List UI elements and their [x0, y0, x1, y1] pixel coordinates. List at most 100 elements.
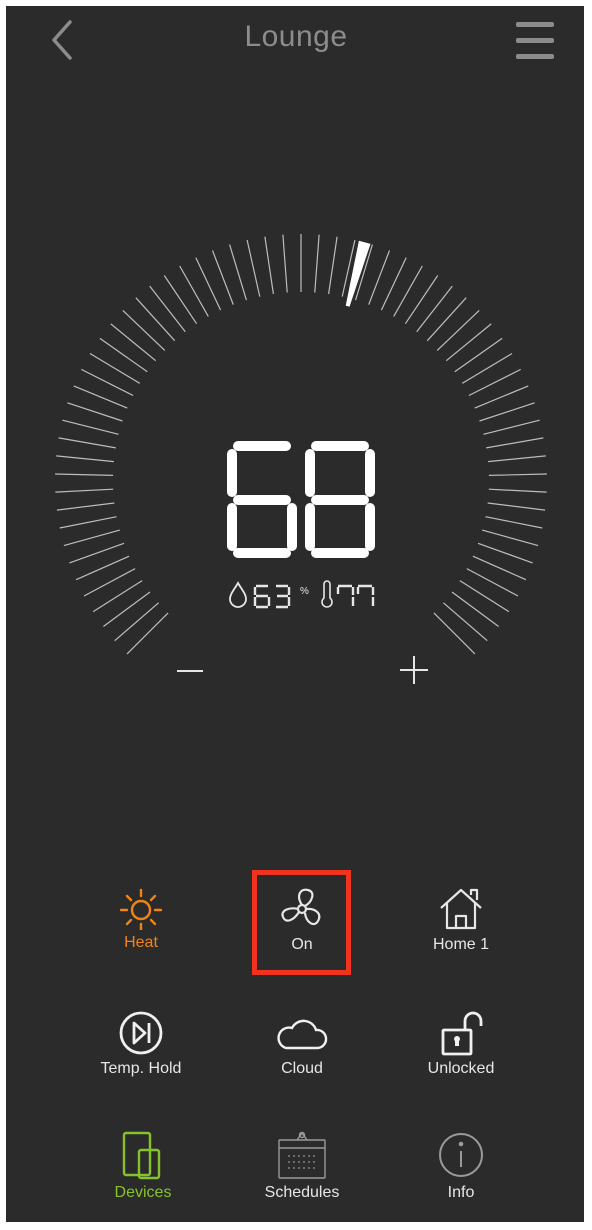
- frame-edge-top: [0, 0, 592, 6]
- temp-hold-button[interactable]: Temp. Hold: [86, 1010, 196, 1110]
- page-title: Lounge: [244, 20, 348, 53]
- schedules-label: Schedules: [264, 1184, 340, 1201]
- dial-tick: [126, 612, 169, 655]
- dial-tick: [81, 368, 134, 397]
- sensor-readout: 63 % 77 %: [228, 580, 388, 610]
- svg-text:%: %: [300, 586, 309, 597]
- dial-tick: [99, 337, 148, 373]
- nav-schedules[interactable]: Schedules: [247, 1130, 357, 1230]
- dial-tick: [380, 257, 407, 311]
- dial-tick: [73, 385, 128, 409]
- dial-tick: [195, 257, 222, 311]
- dial-tick: [482, 529, 539, 547]
- dial-tick: [459, 580, 510, 613]
- dial-tick: [229, 244, 247, 301]
- dial-tick: [264, 236, 274, 295]
- dial-tick: [426, 297, 467, 342]
- fan-label: On: [291, 936, 313, 953]
- mode-heat-button[interactable]: Heat: [86, 886, 196, 986]
- dial-tick: [487, 502, 546, 511]
- dial-tick: [135, 297, 176, 342]
- dial-tick: [67, 402, 123, 422]
- dial-tick: [211, 250, 234, 305]
- dial-tick: [92, 580, 143, 613]
- dial-tick: [58, 437, 116, 449]
- lock-button[interactable]: Unlocked: [406, 1010, 516, 1110]
- dial-tick: [488, 473, 547, 476]
- dial-tick: [483, 419, 540, 435]
- dial-tick: [445, 323, 492, 362]
- decrease-temp-button[interactable]: [168, 650, 212, 690]
- cloud-icon: [277, 1019, 328, 1050]
- nav-info[interactable]: Info: [406, 1130, 516, 1230]
- dial-tick: [451, 591, 499, 627]
- hamburger-menu-icon: [516, 22, 554, 59]
- home-button[interactable]: Home 1: [406, 886, 516, 986]
- dial-tick: [59, 516, 117, 529]
- devices-icon: [122, 1131, 161, 1180]
- readout-graphic: %: [229, 580, 375, 609]
- fan-icon: [281, 888, 321, 926]
- dial-tick: [179, 265, 209, 317]
- dial-tick: [69, 542, 125, 564]
- lock-label: Unlocked: [427, 1060, 495, 1077]
- nav-devices[interactable]: Devices: [88, 1130, 198, 1230]
- humidity-icon: [229, 581, 247, 608]
- dial-tick: [488, 455, 546, 463]
- dial-tick: [436, 309, 480, 351]
- cloud-button[interactable]: Cloud: [247, 1010, 357, 1110]
- dial-tick: [393, 265, 423, 317]
- dial-tick: [416, 285, 453, 333]
- menu-button[interactable]: [512, 20, 568, 66]
- fan-on-button[interactable]: On: [247, 886, 357, 986]
- unlocked-padlock-icon: [441, 1011, 483, 1056]
- dial-tick: [103, 591, 151, 627]
- dial-tick: [56, 502, 115, 511]
- thermometer-icon: [321, 580, 333, 608]
- temp-hold-label: Temp. Hold: [100, 1060, 182, 1077]
- home-label: Home 1: [432, 936, 490, 953]
- dial-tick: [443, 602, 488, 642]
- frame-edge-right: [584, 0, 592, 1230]
- dial-tick: [114, 602, 159, 642]
- dial-tick: [461, 352, 513, 384]
- cloud-label: Cloud: [281, 1060, 323, 1077]
- dial-tick: [149, 285, 186, 333]
- dial-tick: [454, 337, 503, 373]
- frame-edge-bottom: [0, 1222, 592, 1230]
- dial-tick: [468, 368, 521, 397]
- dial-tick: [314, 234, 320, 293]
- dial-tick: [368, 250, 391, 305]
- setpoint-needle[interactable]: [345, 240, 371, 307]
- dial-tick: [122, 309, 166, 351]
- house-icon: [440, 888, 482, 930]
- dial-tick: [246, 239, 261, 297]
- dial-tick: [404, 275, 439, 325]
- calendar-icon: [278, 1131, 326, 1179]
- dial-tick: [56, 455, 114, 463]
- sun-icon: [119, 888, 163, 930]
- dial-tick: [89, 352, 141, 384]
- setpoint-digits: [227, 441, 375, 558]
- increase-temp-button[interactable]: [392, 646, 436, 690]
- frame-edge-left: [0, 0, 6, 1230]
- header: Lounge: [0, 0, 592, 90]
- dial-tick: [282, 234, 288, 293]
- info-icon: [439, 1133, 483, 1177]
- dial-tick: [485, 516, 543, 529]
- dial-tick: [55, 488, 114, 493]
- dial-tick: [488, 488, 547, 493]
- mode-label: Heat: [124, 934, 158, 951]
- minus-icon: [177, 670, 203, 672]
- devices-label: Devices: [114, 1184, 172, 1201]
- plus-icon: [400, 656, 428, 684]
- dial-tick: [328, 236, 338, 295]
- dial-tick: [477, 542, 533, 564]
- dial-tick: [474, 385, 529, 409]
- play-pause-icon: [119, 1011, 163, 1055]
- dial-tick: [163, 275, 198, 325]
- setpoint-display: 68: [226, 440, 376, 560]
- dial-tick: [433, 612, 476, 655]
- dial-tick: [479, 402, 535, 422]
- dial-tick: [55, 473, 114, 476]
